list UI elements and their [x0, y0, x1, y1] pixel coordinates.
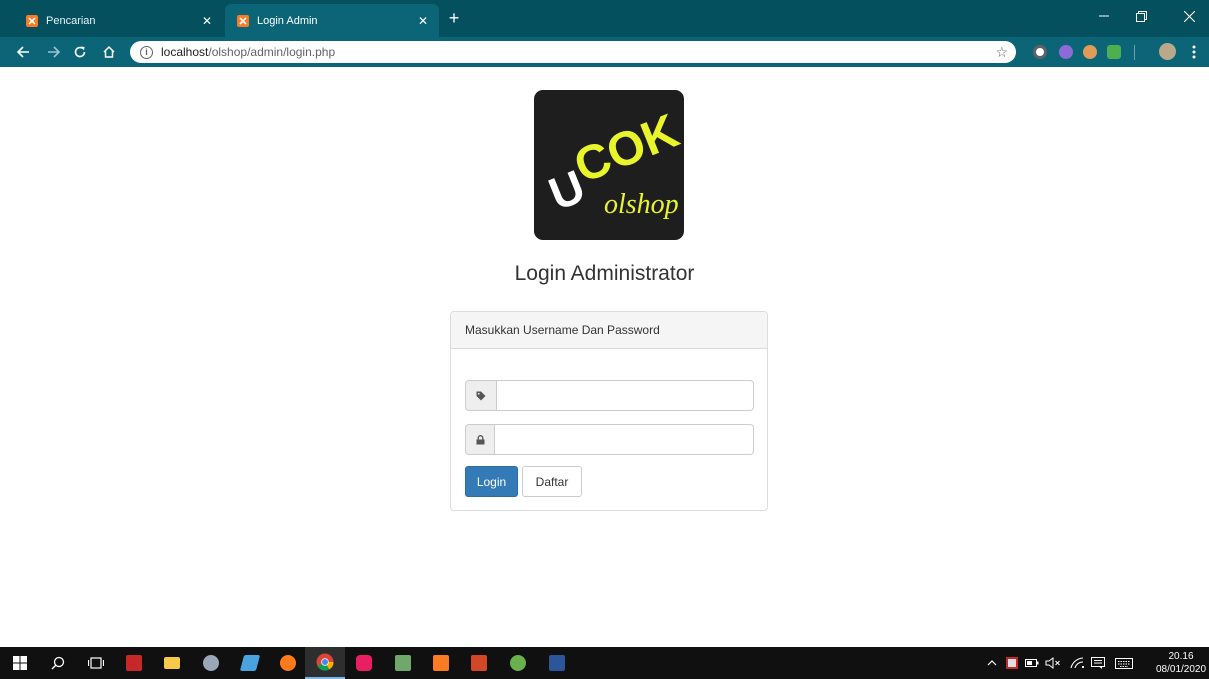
close-tab-icon[interactable]: ✕	[197, 11, 217, 31]
toolbar-divider	[1134, 45, 1135, 60]
extension-face-icon[interactable]	[1083, 45, 1097, 59]
address-bar[interactable]: i localhost/olshop/admin/login.php ☆	[130, 41, 1016, 63]
browser-toolbar: i localhost/olshop/admin/login.php ☆	[0, 37, 1209, 67]
keyboard-icon[interactable]	[1112, 647, 1136, 679]
tab-label: Login Admin	[257, 14, 318, 27]
chrome-icon[interactable]	[305, 647, 345, 679]
app-hs-icon[interactable]	[498, 647, 538, 679]
powerpoint-icon[interactable]	[459, 647, 499, 679]
browser-tab-bar: Pencarian ✕ Login Admin ✕ +	[0, 0, 1209, 37]
xampp-icon	[237, 14, 249, 27]
search-icon[interactable]	[38, 647, 78, 679]
extension-green-icon[interactable]	[1107, 45, 1121, 59]
clock-time: 20.16	[1168, 651, 1194, 662]
action-center-icon[interactable]	[1089, 647, 1107, 679]
app-pink-icon[interactable]	[344, 647, 384, 679]
tag-icon	[465, 380, 497, 411]
url-path: /olshop/admin/login.php	[208, 45, 336, 59]
back-icon[interactable]	[12, 41, 34, 63]
tab-pencarian[interactable]: Pencarian ✕	[14, 4, 223, 37]
password-input-group	[465, 424, 754, 455]
bookmark-star-icon[interactable]: ☆	[995, 44, 1008, 61]
reload-icon[interactable]	[69, 41, 91, 63]
login-panel: Masukkan Username Dan Password Login Daf…	[450, 311, 768, 511]
ucok-olshop-logo: U COK olshop	[534, 90, 684, 240]
system-clock[interactable]: 20.16 08/01/2020	[1156, 650, 1206, 676]
daftar-button[interactable]: Daftar	[522, 466, 582, 497]
firefox-icon[interactable]	[268, 647, 308, 679]
home-icon[interactable]	[98, 41, 120, 63]
windows-start-icon[interactable]	[0, 647, 40, 679]
wifi-icon[interactable]	[1068, 647, 1086, 679]
profile-avatar-icon[interactable]	[1159, 43, 1176, 60]
forward-icon[interactable]	[43, 41, 65, 63]
clock-date: 08/01/2020	[1156, 664, 1207, 675]
page-title: Login Administrator	[514, 262, 695, 285]
xampp-icon	[26, 14, 38, 27]
login-button[interactable]: Login	[465, 466, 518, 497]
xampp-taskbar-icon[interactable]	[421, 647, 461, 679]
close-window-icon[interactable]	[1172, 0, 1206, 32]
password-input[interactable]	[495, 424, 754, 455]
tray-chevron-up-icon[interactable]	[985, 647, 999, 679]
panel-heading: Masukkan Username Dan Password	[451, 312, 767, 349]
app-landscape-icon[interactable]	[383, 647, 423, 679]
url-host: localhost	[161, 45, 209, 59]
extension-timer-icon[interactable]	[1033, 45, 1047, 59]
tray-pdf-icon[interactable]	[1004, 647, 1020, 679]
battery-icon[interactable]	[1024, 647, 1040, 679]
restore-icon[interactable]	[1124, 0, 1158, 32]
task-view-icon[interactable]	[76, 647, 116, 679]
close-tab-icon[interactable]: ✕	[413, 11, 433, 31]
windows-taskbar: 20.16 08/01/2020	[0, 647, 1209, 679]
new-tab-button[interactable]: +	[442, 6, 466, 30]
username-input[interactable]	[497, 380, 754, 411]
snipping-tool-icon[interactable]	[191, 647, 231, 679]
menu-kebab-icon[interactable]	[1183, 41, 1205, 63]
tab-label: Pencarian	[46, 14, 96, 27]
username-input-group	[465, 380, 754, 411]
extension-purple-icon[interactable]	[1059, 45, 1073, 59]
logo-letters-cok: COK	[567, 104, 684, 193]
site-info-icon[interactable]: i	[140, 45, 153, 59]
tab-login-admin[interactable]: Login Admin ✕	[225, 4, 439, 37]
word-icon[interactable]	[537, 647, 577, 679]
minimize-icon[interactable]	[1087, 0, 1121, 32]
app-red-icon[interactable]	[114, 647, 154, 679]
volume-muted-icon[interactable]	[1043, 647, 1063, 679]
app-blue-icon[interactable]	[230, 647, 270, 679]
logo-text-olshop: olshop	[604, 189, 679, 220]
file-explorer-icon[interactable]	[152, 647, 192, 679]
lock-icon	[465, 424, 495, 455]
